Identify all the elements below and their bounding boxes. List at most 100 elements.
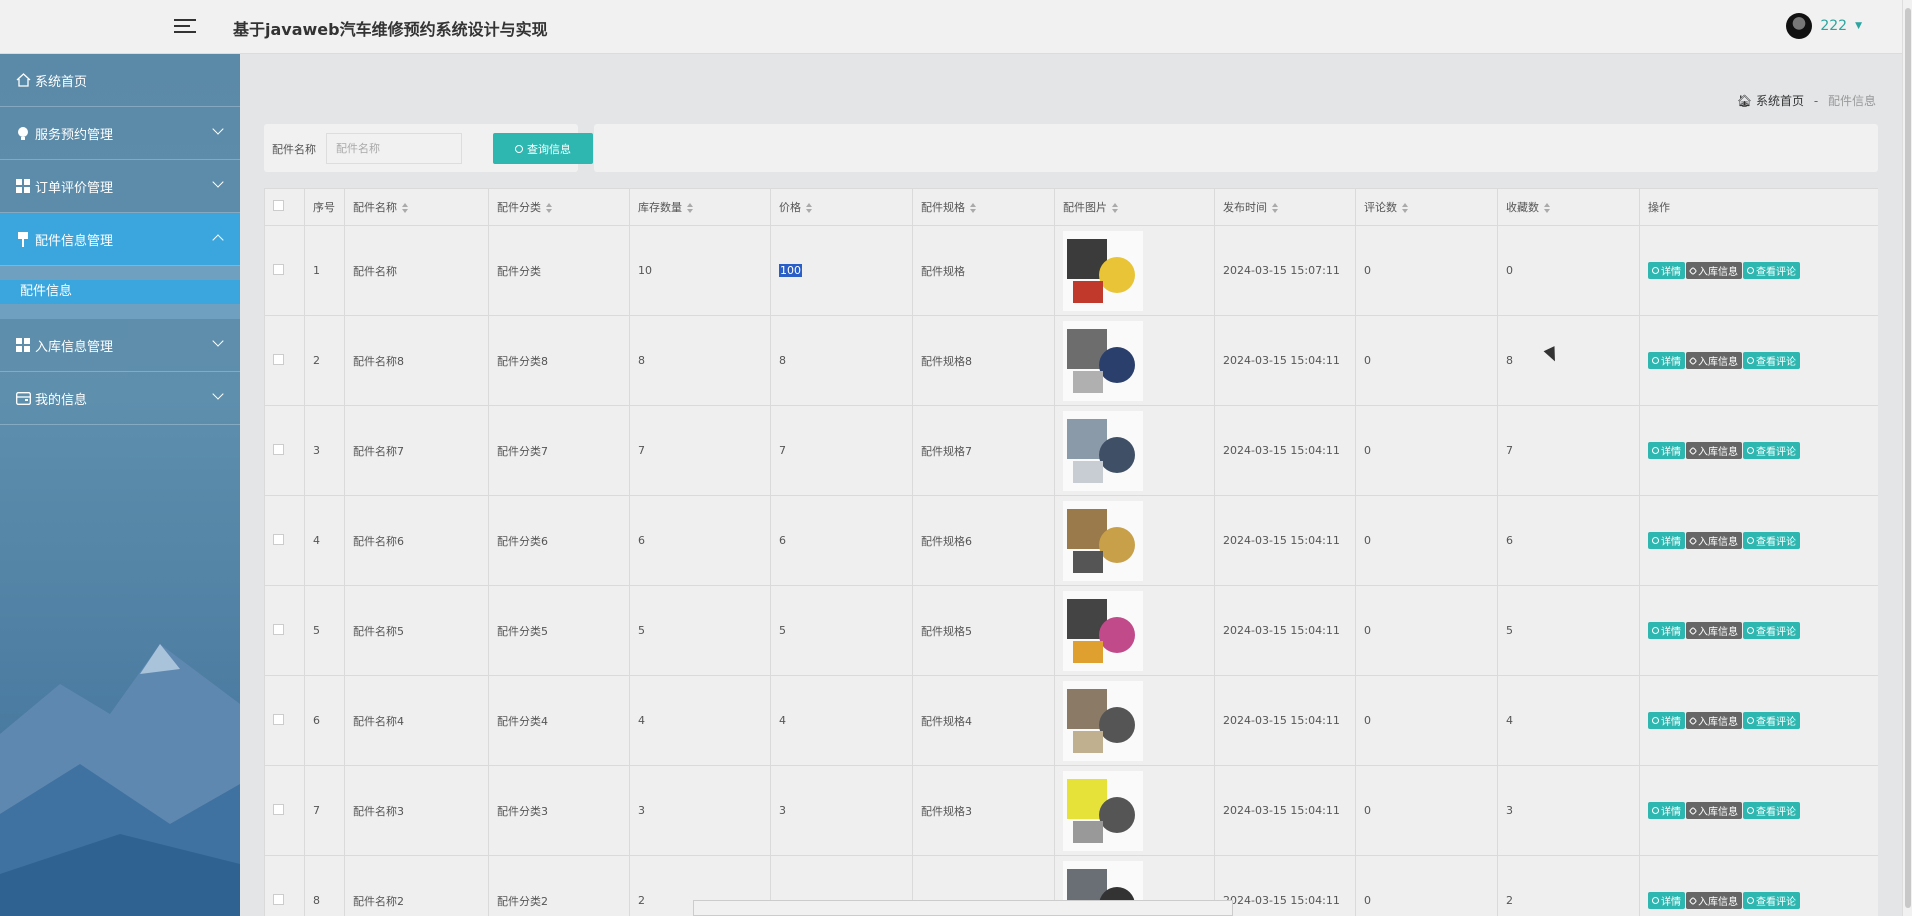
- breadcrumb-separator: -: [1813, 94, 1819, 108]
- cell-time: 2024-03-15 15:04:11: [1214, 495, 1356, 586]
- col-header-index: 序号: [304, 188, 345, 226]
- stock-in-button[interactable]: 入库信息: [1686, 532, 1742, 550]
- cell-category: 配件分类: [488, 225, 630, 316]
- col-header-stock[interactable]: 库存数量: [629, 188, 771, 226]
- search-input[interactable]: [326, 133, 462, 164]
- cell-comments: 0: [1355, 765, 1498, 856]
- sidebar-item-stock-in[interactable]: 入库信息管理: [0, 319, 240, 372]
- col-header-comments[interactable]: 评论数: [1355, 188, 1498, 226]
- toolbar-panel: [594, 124, 1878, 172]
- search-icon: [1652, 536, 1659, 544]
- sort-icon[interactable]: [546, 203, 552, 213]
- sidebar-item-order-review[interactable]: 订单评价管理: [0, 160, 240, 213]
- sidebar-item-home[interactable]: 系统首页: [0, 54, 240, 107]
- stock-in-button[interactable]: 入库信息: [1686, 262, 1742, 280]
- sidebar-item-parts[interactable]: 配件信息管理: [0, 213, 240, 266]
- cell-time: 2024-03-15 15:04:11: [1214, 765, 1356, 856]
- view-comments-button[interactable]: 查看评论: [1743, 621, 1800, 639]
- vertical-scrollbar[interactable]: [1902, 0, 1912, 916]
- col-header-image[interactable]: 配件图片: [1054, 188, 1215, 226]
- search-button[interactable]: 查询信息: [493, 133, 593, 164]
- caret-down-icon[interactable]: ▼: [1855, 21, 1862, 31]
- part-thumbnail[interactable]: [1063, 680, 1143, 761]
- sort-icon[interactable]: [402, 203, 408, 213]
- row-checkbox[interactable]: [264, 675, 305, 766]
- part-thumbnail[interactable]: [1063, 410, 1143, 491]
- cell-stock: 7: [629, 405, 771, 496]
- sort-icon[interactable]: [970, 203, 976, 213]
- part-thumbnail[interactable]: [1063, 230, 1143, 311]
- detail-button[interactable]: 详情: [1648, 261, 1685, 279]
- user-menu[interactable]: 222 ▼: [1786, 13, 1862, 39]
- view-comments-button[interactable]: 查看评论: [1743, 351, 1800, 369]
- stock-in-button[interactable]: 入库信息: [1686, 802, 1742, 820]
- view-comments-button[interactable]: 查看评论: [1743, 441, 1800, 459]
- search-icon: [1747, 356, 1754, 364]
- sidebar-item-my-info[interactable]: 我的信息: [0, 372, 240, 425]
- col-header-category[interactable]: 配件分类: [488, 188, 630, 226]
- cell-actions: 详情 入库信息 查看评论: [1639, 855, 1878, 916]
- stock-in-button[interactable]: 入库信息: [1686, 442, 1742, 460]
- col-header-price[interactable]: 价格: [770, 188, 913, 226]
- stock-in-button[interactable]: 入库信息: [1686, 712, 1742, 730]
- submenu-parts: 配件信息: [0, 266, 240, 319]
- cell-stock: 8: [629, 315, 771, 406]
- view-comments-button[interactable]: 查看评论: [1743, 801, 1800, 819]
- detail-button[interactable]: 详情: [1648, 801, 1685, 819]
- cell-image: [1054, 765, 1215, 856]
- part-thumbnail[interactable]: [1063, 500, 1143, 581]
- row-checkbox[interactable]: [264, 405, 305, 496]
- sort-icon[interactable]: [1112, 203, 1118, 213]
- col-header-time[interactable]: 发布时间: [1214, 188, 1356, 226]
- sidebar-item-service-booking[interactable]: 服务预约管理: [0, 107, 240, 160]
- search-icon: [1747, 626, 1754, 634]
- cell-spec: 配件规格5: [912, 585, 1055, 676]
- col-header-name[interactable]: 配件名称: [344, 188, 489, 226]
- username[interactable]: 222: [1820, 18, 1847, 34]
- view-comments-button[interactable]: 查看评论: [1743, 261, 1800, 279]
- menu-toggle-icon[interactable]: [174, 15, 196, 37]
- cell-comments: 0: [1355, 405, 1498, 496]
- col-header-favorites[interactable]: 收藏数: [1497, 188, 1640, 226]
- part-thumbnail[interactable]: [1063, 770, 1143, 851]
- row-checkbox[interactable]: [264, 315, 305, 406]
- detail-button[interactable]: 详情: [1648, 711, 1685, 729]
- cell-index: 1: [304, 225, 345, 316]
- detail-button[interactable]: 详情: [1648, 441, 1685, 459]
- row-checkbox[interactable]: [264, 855, 305, 916]
- breadcrumb: 🏠︎ 系统首页 - 配件信息: [1737, 92, 1876, 109]
- view-comments-button[interactable]: 查看评论: [1743, 891, 1800, 909]
- stock-in-button[interactable]: 入库信息: [1686, 352, 1742, 370]
- stock-in-button[interactable]: 入库信息: [1686, 892, 1742, 910]
- submenu-item-parts-info[interactable]: 配件信息: [0, 280, 240, 304]
- cell-image: [1054, 585, 1215, 676]
- breadcrumb-home[interactable]: 系统首页: [1756, 94, 1804, 108]
- sort-icon[interactable]: [687, 203, 693, 213]
- chevron-down-icon: [212, 176, 224, 188]
- part-thumbnail[interactable]: [1063, 320, 1143, 401]
- detail-button[interactable]: 详情: [1648, 621, 1685, 639]
- row-checkbox[interactable]: [264, 495, 305, 586]
- sort-icon[interactable]: [1544, 203, 1550, 213]
- horizontal-scrollbar[interactable]: [693, 900, 1233, 916]
- detail-button[interactable]: 详情: [1648, 531, 1685, 549]
- cell-time: 2024-03-15 15:04:11: [1214, 315, 1356, 406]
- detail-button[interactable]: 详情: [1648, 351, 1685, 369]
- view-comments-button[interactable]: 查看评论: [1743, 531, 1800, 549]
- sort-icon[interactable]: [1272, 203, 1278, 213]
- part-thumbnail[interactable]: [1063, 590, 1143, 671]
- row-checkbox[interactable]: [264, 585, 305, 676]
- avatar[interactable]: [1786, 13, 1813, 39]
- cell-image: [1054, 495, 1215, 586]
- view-comments-button[interactable]: 查看评论: [1743, 711, 1800, 729]
- price-value: 8: [779, 354, 786, 367]
- row-checkbox[interactable]: [264, 225, 305, 316]
- stock-in-button[interactable]: 入库信息: [1686, 622, 1742, 640]
- search-icon: [1747, 446, 1754, 454]
- row-checkbox[interactable]: [264, 765, 305, 856]
- sort-icon[interactable]: [1402, 203, 1408, 213]
- detail-button[interactable]: 详情: [1648, 891, 1685, 909]
- col-header-spec[interactable]: 配件规格: [912, 188, 1055, 226]
- select-all-checkbox[interactable]: [264, 188, 305, 226]
- sort-icon[interactable]: [806, 203, 812, 213]
